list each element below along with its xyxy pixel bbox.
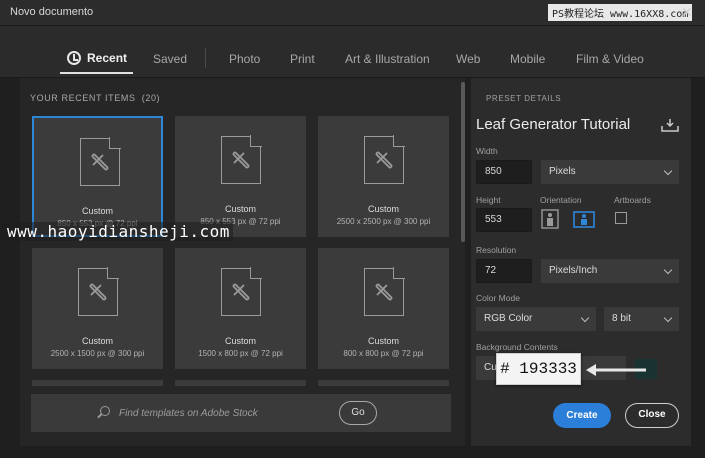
artboards-checkbox[interactable] [615, 212, 627, 224]
width-unit-value: Pixels [549, 166, 576, 177]
recent-item-card[interactable]: Custom 2500 x 1500 px @ 300 ppi [32, 248, 163, 369]
search-input[interactable] [119, 405, 329, 421]
item-dimensions: 800 x 800 px @ 72 ppi [343, 349, 424, 358]
tab-art-illustration[interactable]: Art & Illustration [345, 52, 430, 66]
tab-recent[interactable]: Recent [67, 51, 127, 65]
recent-item-card[interactable]: Custom 2500 x 2500 px @ 300 ppi [318, 116, 449, 237]
go-button[interactable]: Go [339, 401, 377, 425]
item-name: Custom [81, 206, 113, 216]
hex-annotation: # 193333 [496, 353, 581, 385]
search-icon [100, 406, 110, 416]
document-icon [221, 267, 262, 316]
width-field[interactable]: 850 [476, 160, 532, 184]
document-icon [221, 135, 262, 184]
item-name: Custom [367, 204, 399, 214]
preset-name[interactable]: Leaf Generator Tutorial [476, 116, 630, 133]
create-button[interactable]: Create [553, 403, 611, 428]
chevron-down-icon [580, 313, 590, 323]
item-name: Custom [224, 204, 256, 214]
stock-search-bar: Go [31, 394, 451, 432]
document-icon [364, 267, 405, 316]
chevron-down-icon [663, 313, 673, 323]
scrollbar[interactable] [461, 82, 465, 242]
resolution-unit-value: Pixels/Inch [549, 265, 598, 276]
recent-header-label: YOUR RECENT ITEMS [30, 93, 136, 103]
item-dimensions: 2500 x 1500 px @ 300 ppi [50, 349, 145, 358]
item-dimensions: 1500 x 800 px @ 72 ppi [198, 349, 283, 358]
tab-saved[interactable]: Saved [153, 52, 187, 66]
portrait-orientation-icon[interactable] [541, 209, 559, 229]
save-preset-icon[interactable] [661, 118, 679, 132]
document-icon [78, 267, 119, 316]
close-icon[interactable]: ✕ [681, 4, 693, 21]
recent-items-header: YOUR RECENT ITEMS (20) [30, 93, 160, 103]
tab-label: Recent [87, 51, 128, 65]
resolution-label: Resolution [476, 245, 517, 255]
bit-depth-select[interactable]: 8 bit [604, 307, 679, 331]
recent-item-card[interactable] [175, 380, 306, 386]
width-label: Width [476, 146, 498, 156]
preset-tabs: Recent Saved Photo Print Art & Illustrat… [0, 26, 705, 78]
recent-item-card[interactable]: Custom 850 x 553 px @ 72 ppi [175, 116, 306, 237]
title-bar: Novo documento PS教程论坛 www.16XX8.com ✕ [0, 0, 705, 26]
background-value: Cu [484, 362, 497, 373]
tab-photo[interactable]: Photo [229, 52, 260, 66]
arrow-left-icon [586, 364, 646, 376]
tab-web[interactable]: Web [456, 52, 480, 66]
recent-item-card[interactable]: Custom 800 x 800 px @ 72 ppi [318, 248, 449, 369]
item-dimensions: 2500 x 2500 px @ 300 ppi [336, 217, 431, 226]
window-title: Novo documento [10, 6, 94, 18]
recent-item-card[interactable] [32, 380, 163, 386]
recent-item-card[interactable] [318, 380, 449, 386]
active-tab-indicator [60, 72, 133, 74]
color-mode-label: Color Mode [476, 293, 520, 303]
width-unit-select[interactable]: Pixels [541, 160, 679, 184]
height-field[interactable]: 553 [476, 208, 532, 232]
color-mode-value: RGB Color [484, 313, 533, 324]
artboards-label: Artboards [614, 195, 651, 205]
tab-separator [205, 48, 206, 68]
preset-details-panel: PRESET DETAILS Leaf Generator Tutorial W… [471, 78, 691, 446]
close-button[interactable]: Close [625, 403, 679, 428]
watermark-url: www.haoyidiansheji.com [4, 222, 233, 241]
item-name: Custom [81, 336, 113, 346]
document-icon [364, 135, 405, 184]
tab-mobile[interactable]: Mobile [510, 52, 545, 66]
recent-item-card[interactable]: Custom 1500 x 800 px @ 72 ppi [175, 248, 306, 369]
recent-item-card[interactable]: Custom 850 x 553 px @ 72 ppi [32, 116, 163, 237]
recent-count: (20) [141, 93, 161, 103]
orientation-label: Orientation [540, 195, 582, 205]
item-name: Custom [224, 336, 256, 346]
resolution-unit-select[interactable]: Pixels/Inch [541, 259, 679, 283]
landscape-orientation-icon[interactable] [573, 209, 595, 229]
watermark: PS教程论坛 www.16XX8.com [548, 4, 693, 21]
chevron-down-icon [663, 166, 673, 176]
color-mode-select[interactable]: RGB Color [476, 307, 596, 331]
height-label: Height [476, 195, 501, 205]
document-icon [80, 137, 121, 186]
chevron-down-icon [663, 265, 673, 275]
resolution-field[interactable]: 72 [476, 259, 532, 283]
preset-details-header: PRESET DETAILS [486, 94, 562, 103]
background-label: Background Contents [476, 342, 558, 352]
tab-print[interactable]: Print [290, 52, 315, 66]
item-name: Custom [367, 336, 399, 346]
clock-icon [67, 51, 81, 65]
tab-film-video[interactable]: Film & Video [576, 52, 644, 66]
bit-depth-value: 8 bit [612, 313, 631, 324]
